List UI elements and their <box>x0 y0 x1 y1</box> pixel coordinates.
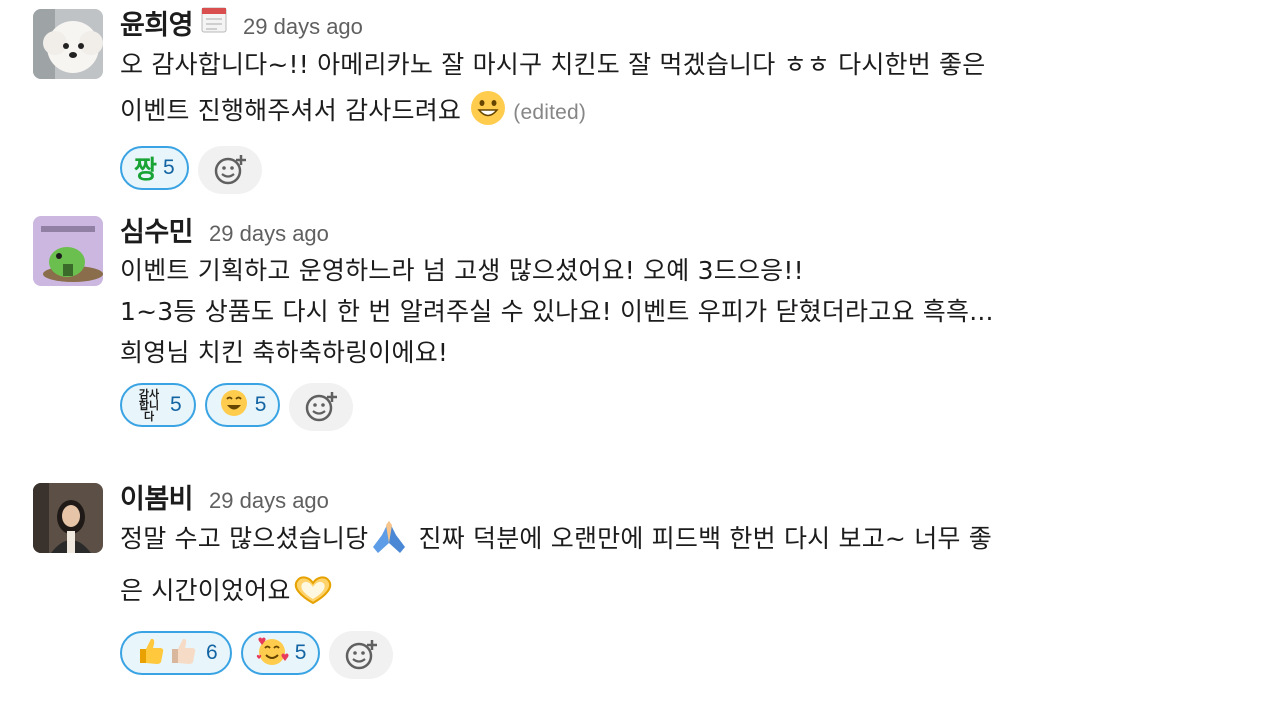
reaction-jjang[interactable]: 짱 5 <box>120 146 189 190</box>
message-text: 오 감사합니다~!! 아메리카노 잘 마시구 치킨도 잘 먹겠습니다 ㅎㅎ 다시… <box>120 42 1200 142</box>
reaction-smile[interactable]: 5 <box>204 383 281 427</box>
avatar[interactable] <box>33 216 103 286</box>
custom-emoji-thanks: 감사 합니다 <box>138 387 160 423</box>
avatar[interactable] <box>33 9 103 79</box>
avatar[interactable] <box>33 483 103 553</box>
reaction-thanks[interactable]: 감사 합니다 5 <box>120 383 196 427</box>
custom-emoji-jjang: 짱 <box>134 155 158 184</box>
add-reaction-button[interactable] <box>329 631 394 679</box>
reaction-count: 6 <box>206 641 218 664</box>
message-text-line1b: 진짜 덕분에 오랜만에 피드백 한번 다시 보고~ 너무 좋 <box>410 524 992 553</box>
reactions: 6 5 <box>120 631 1200 679</box>
reaction-count: 5 <box>163 156 175 179</box>
add-reaction-icon <box>306 392 338 422</box>
timestamp[interactable]: 29 days ago <box>209 488 329 514</box>
reactions: 감사 합니다 5 5 <box>120 383 1200 431</box>
folded-hands-icon <box>368 517 410 569</box>
reaction-count: 5 <box>170 393 182 416</box>
timestamp[interactable]: 29 days ago <box>209 221 329 247</box>
message-text: 정말 수고 많으셨습니당 진짜 덕분에 오랜만에 피드백 한번 다시 보고~ 너… <box>120 517 1200 621</box>
reaction-count: 5 <box>254 393 267 416</box>
reactions: 짱 5 <box>120 146 1200 194</box>
add-reaction-icon <box>214 155 246 185</box>
author-name[interactable]: 이봄비 <box>120 477 194 516</box>
author-name[interactable]: 윤희영 <box>120 3 194 42</box>
reaction-thumbs-up[interactable]: 6 <box>120 631 232 675</box>
edited-label: (edited) <box>513 101 587 124</box>
calendar-icon <box>201 5 227 37</box>
thumbs-up-icon <box>134 635 200 671</box>
reaction-hearts[interactable]: 5 <box>240 631 321 675</box>
message-text: 이벤트 기획하고 운영하느라 넘 고생 많으셨어요! 오예 3드으응!! 1~3… <box>120 256 994 367</box>
add-reaction-button[interactable] <box>289 383 354 431</box>
smiling-face-with-hearts-icon <box>255 635 289 671</box>
author-name[interactable]: 심수민 <box>120 210 194 249</box>
timestamp[interactable]: 29 days ago <box>243 14 363 40</box>
add-reaction-icon <box>346 640 378 670</box>
heart-hands-icon <box>291 573 335 621</box>
message-text-line2: 은 시간이었어요 <box>120 576 291 605</box>
message-text-line1: 정말 수고 많으셨습니당 <box>120 524 369 553</box>
reaction-count: 5 <box>294 641 307 664</box>
smiling-face-icon <box>219 388 249 422</box>
grinning-face-icon <box>469 89 507 142</box>
add-reaction-button[interactable] <box>197 146 262 194</box>
